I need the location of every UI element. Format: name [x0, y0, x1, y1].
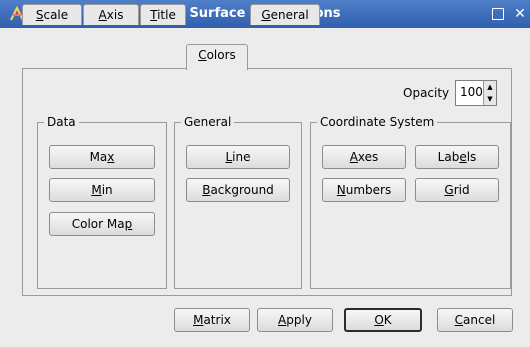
- grid-color-button[interactable]: Grid: [415, 178, 499, 202]
- numbers-color-button[interactable]: Numbers: [322, 178, 406, 202]
- opacity-value[interactable]: 100: [460, 85, 483, 99]
- data-group-title: Data: [44, 115, 79, 129]
- tab-general[interactable]: General: [250, 4, 320, 25]
- opacity-label: Opacity: [403, 86, 450, 100]
- max-color-button[interactable]: Max: [49, 145, 155, 169]
- tab-scale[interactable]: Scale: [22, 4, 82, 25]
- axes-color-button[interactable]: Axes: [322, 145, 406, 169]
- ok-button[interactable]: OK: [344, 308, 422, 332]
- background-color-button[interactable]: Background: [186, 178, 290, 202]
- maximize-icon[interactable]: [492, 8, 504, 20]
- coordinate-system-group-title: Coordinate System: [317, 115, 438, 129]
- line-color-button[interactable]: Line: [186, 145, 290, 169]
- min-color-button[interactable]: Min: [49, 178, 155, 202]
- labels-color-button[interactable]: Labels: [415, 145, 499, 169]
- opacity-spinbox[interactable]: 100 ▲ ▼: [455, 80, 497, 106]
- general-group-title: General: [181, 115, 235, 129]
- surface-plot-options-dialog: Surface Plot Options ✕ Scale Axis Title …: [0, 0, 530, 347]
- apply-button[interactable]: Apply: [257, 308, 333, 332]
- color-map-button[interactable]: Color Map: [49, 212, 155, 236]
- tab-axis[interactable]: Axis: [83, 4, 139, 25]
- opacity-spin-buttons: ▲ ▼: [483, 81, 496, 105]
- close-icon[interactable]: ✕: [512, 6, 528, 22]
- cancel-button[interactable]: Cancel: [437, 308, 513, 332]
- spin-down-icon[interactable]: ▼: [484, 93, 496, 105]
- tab-title[interactable]: Title: [140, 4, 186, 25]
- matrix-button[interactable]: Matrix: [174, 308, 250, 332]
- tab-colors[interactable]: Colors: [186, 44, 248, 70]
- spin-up-icon[interactable]: ▲: [484, 81, 496, 93]
